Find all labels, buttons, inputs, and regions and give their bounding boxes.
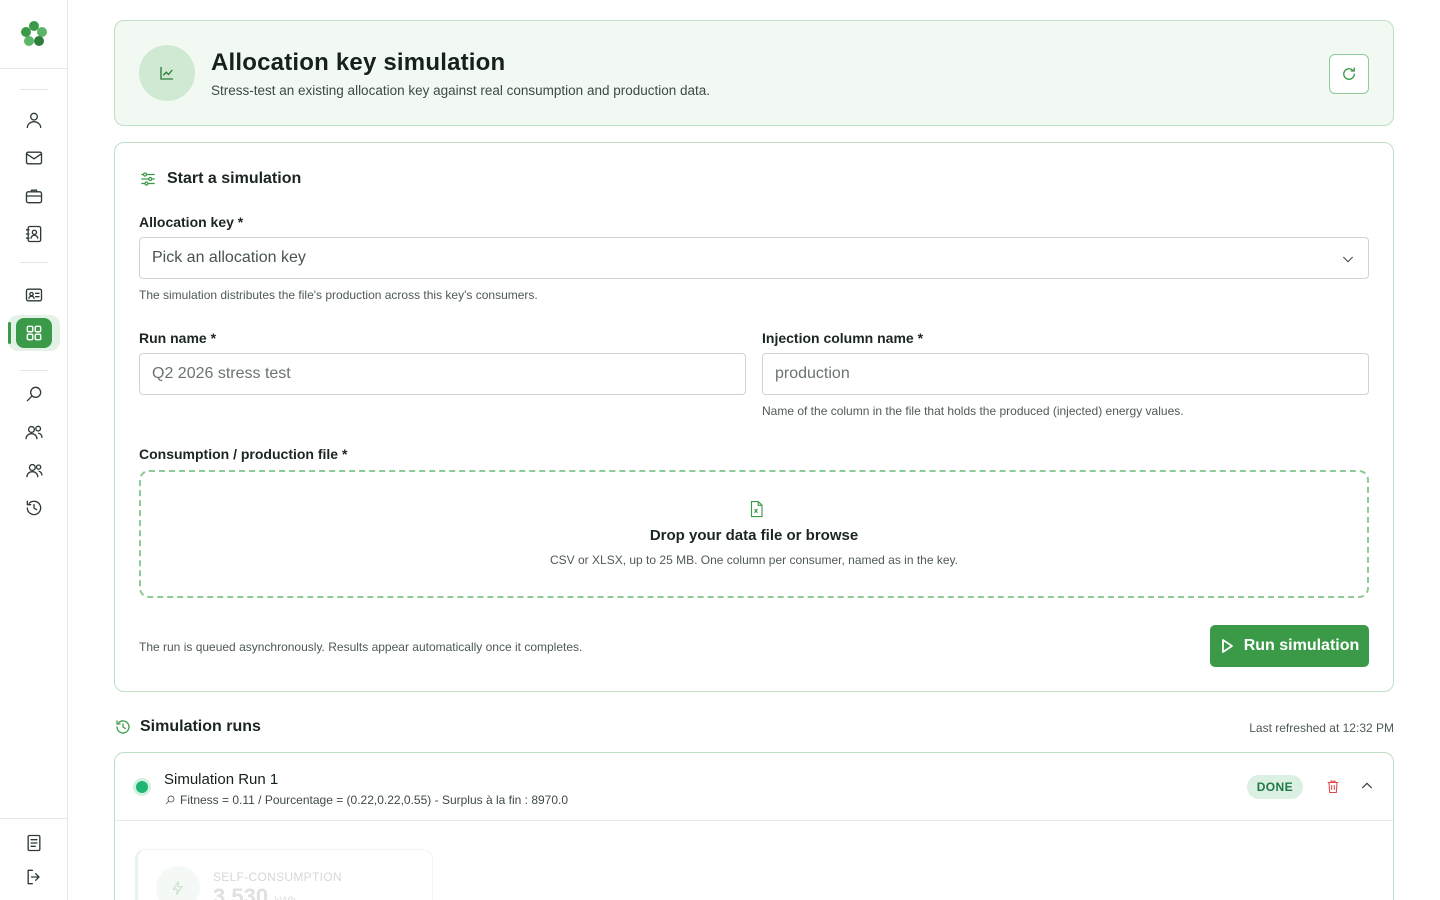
play-icon	[1221, 639, 1233, 653]
simulation-run-card: Simulation Run 1 Fitness = 0.11 / Pource…	[114, 752, 1394, 900]
run-simulation-label: Run simulation	[1243, 637, 1360, 654]
status-dot	[136, 781, 148, 793]
chevron-down-icon	[1342, 256, 1354, 263]
injection-column-input[interactable]	[762, 353, 1369, 395]
active-item-indicator	[8, 322, 11, 344]
excel-file-icon	[746, 500, 766, 520]
refresh-button[interactable]	[1329, 54, 1369, 94]
refresh-icon	[1343, 67, 1355, 80]
form-section-header: Start a simulation	[139, 170, 301, 188]
delete-run-button[interactable]	[1325, 778, 1343, 796]
trash-icon	[1327, 780, 1339, 794]
file-dropzone[interactable]: Drop your data file or browse CSV or XLS…	[139, 470, 1369, 598]
run-name-input[interactable]	[139, 353, 746, 395]
runs-section-title: Simulation runs	[140, 718, 261, 735]
search-icon	[165, 795, 175, 805]
page-subtitle: Stress-test an existing allocation key a…	[211, 83, 711, 98]
users-alt-icon[interactable]	[22, 458, 46, 482]
injection-column-hint: Name of the column in the file that hold…	[762, 404, 1184, 418]
allocation-key-placeholder: Pick an allocation key	[152, 249, 306, 266]
stat-value: 3 530 kWh	[213, 884, 296, 900]
stat-label: SELF-CONSUMPTION	[213, 870, 342, 884]
run-simulation-button[interactable]: Run simulation	[1210, 625, 1369, 667]
history-icon	[116, 720, 130, 734]
collapse-run-button[interactable]	[1359, 778, 1377, 796]
sliders-icon	[141, 172, 155, 186]
search-icon[interactable]	[22, 382, 46, 406]
grid-icon[interactable]	[16, 318, 52, 348]
users-icon[interactable]	[22, 420, 46, 444]
logout-icon[interactable]	[22, 865, 46, 889]
id-card-icon[interactable]	[22, 283, 46, 307]
page-title: Allocation key simulation	[211, 49, 506, 76]
queue-note: The run is queued asynchronously. Result…	[139, 640, 583, 654]
runs-section-header: Simulation runs	[114, 718, 261, 736]
sidebar	[0, 0, 68, 900]
stat-value-number: 3 530	[213, 884, 269, 900]
file-label: Consumption / production file *	[139, 446, 348, 462]
user-icon[interactable]	[22, 108, 46, 132]
history-icon[interactable]	[22, 496, 46, 520]
sidebar-divider	[20, 89, 48, 90]
chart-icon	[139, 45, 195, 101]
document-icon[interactable]	[22, 831, 46, 855]
run-meta-text: Fitness = 0.11 / Pourcentage = (0.22,0.2…	[180, 793, 569, 807]
clover-logo[interactable]	[19, 19, 49, 49]
bolt-icon	[156, 866, 200, 900]
page-header: Allocation key simulation Stress-test an…	[114, 20, 1394, 126]
injection-column-label: Injection column name *	[762, 330, 924, 346]
allocation-key-hint: The simulation distributes the file's pr…	[139, 288, 538, 302]
sidebar-divider	[20, 262, 48, 263]
sidebar-divider	[0, 68, 68, 69]
run-title: Simulation Run 1	[164, 771, 279, 788]
briefcase-icon[interactable]	[22, 184, 46, 208]
run-meta: Fitness = 0.11 / Pourcentage = (0.22,0.2…	[164, 793, 568, 807]
sidebar-divider	[0, 818, 68, 819]
stat-unit: kWh	[274, 895, 296, 900]
mail-icon[interactable]	[22, 146, 46, 170]
allocation-key-label: Allocation key *	[139, 214, 244, 230]
contact-book-icon[interactable]	[22, 222, 46, 246]
sidebar-divider	[20, 370, 48, 371]
run-row[interactable]: Simulation Run 1 Fitness = 0.11 / Pource…	[115, 753, 1393, 821]
chevron-up-icon	[1361, 782, 1373, 789]
run-name-label: Run name *	[139, 330, 217, 346]
allocation-key-select[interactable]: Pick an allocation key	[139, 237, 1369, 279]
dropzone-subtitle: CSV or XLSX, up to 25 MB. One column per…	[550, 553, 958, 567]
last-refreshed-text: Last refreshed at 12:32 PM	[1249, 721, 1394, 735]
dropzone-title: Drop your data file or browse	[649, 527, 859, 544]
status-badge: DONE	[1246, 775, 1303, 799]
simulation-form: Start a simulation Allocation key * Pick…	[114, 142, 1394, 692]
form-section-title: Start a simulation	[167, 170, 302, 187]
self-consumption-stat-card: SELF-CONSUMPTION 3 530 kWh	[135, 849, 433, 900]
